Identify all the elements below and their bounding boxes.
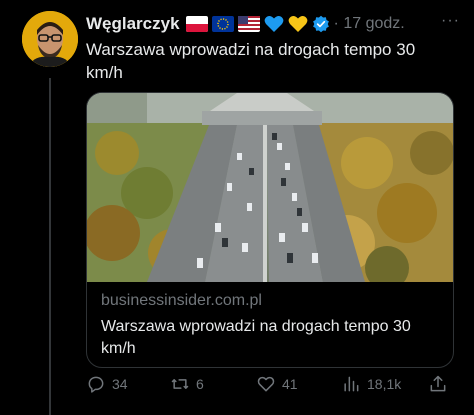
reply-icon [88,376,104,393]
card-title: Warszawa wprowadzi na drogach tempo 30 k… [101,318,411,357]
yellow-heart-icon [288,16,307,32]
timestamp[interactable]: · 17 godz. [334,15,405,33]
reply-button[interactable]: 34 [86,374,128,394]
author-name[interactable]: Węglarczyk [86,14,180,34]
like-count: 41 [282,376,298,392]
verified-badge-icon[interactable] [312,15,330,33]
views-count: 18,1k [367,376,402,392]
thread-line [49,78,51,415]
views-button[interactable]: 18,1k [341,374,401,394]
card-domain: businessinsider.com.pl [101,292,262,309]
highway-photo [87,93,453,282]
blue-heart-icon [264,16,283,32]
tweet-actions: 34 6 41 18,1k [86,374,456,398]
retweet-count: 6 [196,376,204,392]
flag-usa-icon [237,16,260,32]
retweet-button[interactable]: 6 [170,374,204,394]
reply-count: 34 [112,376,128,392]
heart-icon [257,376,275,392]
like-button[interactable]: 41 [256,374,298,394]
avatar[interactable] [22,11,78,67]
retweet-icon [171,379,189,389]
share-icon [430,375,446,392]
views-chart-icon [344,376,359,392]
tweet-header: Węglarczyk · 17 godz. ··· [86,12,460,36]
flag-eu-icon [211,16,234,32]
flag-poland-icon [185,16,208,32]
avatar-portrait [22,11,78,67]
more-options-button[interactable]: ··· [441,12,460,30]
link-card[interactable]: businessinsider.com.pl Warszawa wprowadz… [86,92,454,368]
share-button[interactable] [428,374,448,394]
tweet-text: Warszawa wprowadzi na drogach tempo 30 k… [86,40,416,82]
name-emojis [185,15,330,33]
